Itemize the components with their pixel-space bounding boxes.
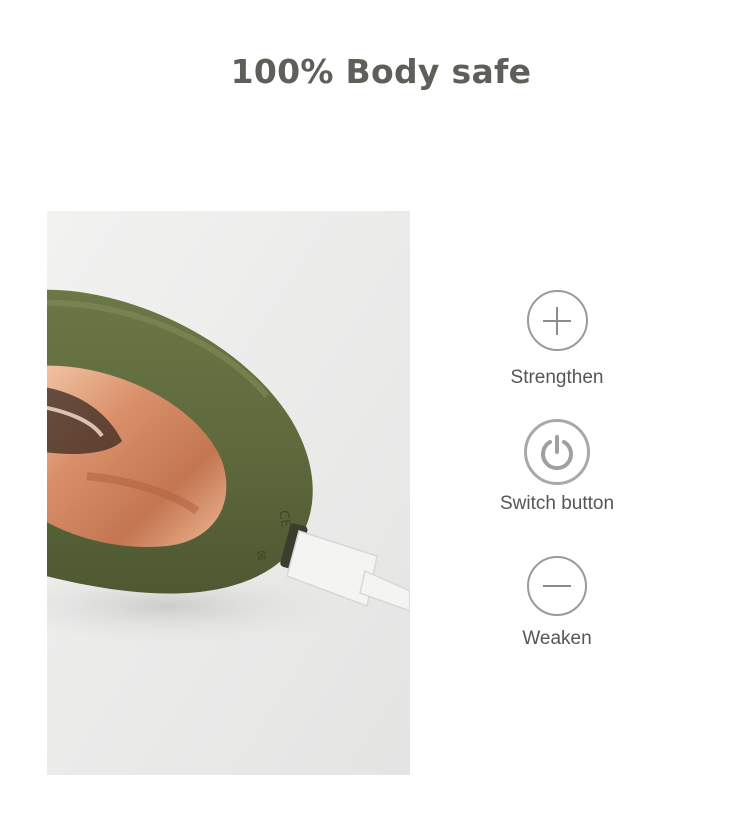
strengthen-control[interactable]: Strengthen	[482, 290, 632, 389]
switch-label: Switch button	[499, 493, 615, 514]
switch-control[interactable]: Switch button	[482, 419, 632, 515]
plus-icon[interactable]	[526, 290, 588, 351]
weaken-label: Weaken	[522, 628, 592, 649]
weaken-control[interactable]: Weaken	[482, 556, 632, 650]
page-title: 100% Body safe	[230, 52, 532, 91]
product-photo: CE ⊠	[47, 211, 410, 775]
vibrator-illustration: CE ⊠	[47, 211, 410, 775]
power-icon[interactable]	[524, 419, 590, 485]
strengthen-label: Strengthen	[510, 367, 604, 388]
minus-icon[interactable]	[527, 556, 587, 616]
